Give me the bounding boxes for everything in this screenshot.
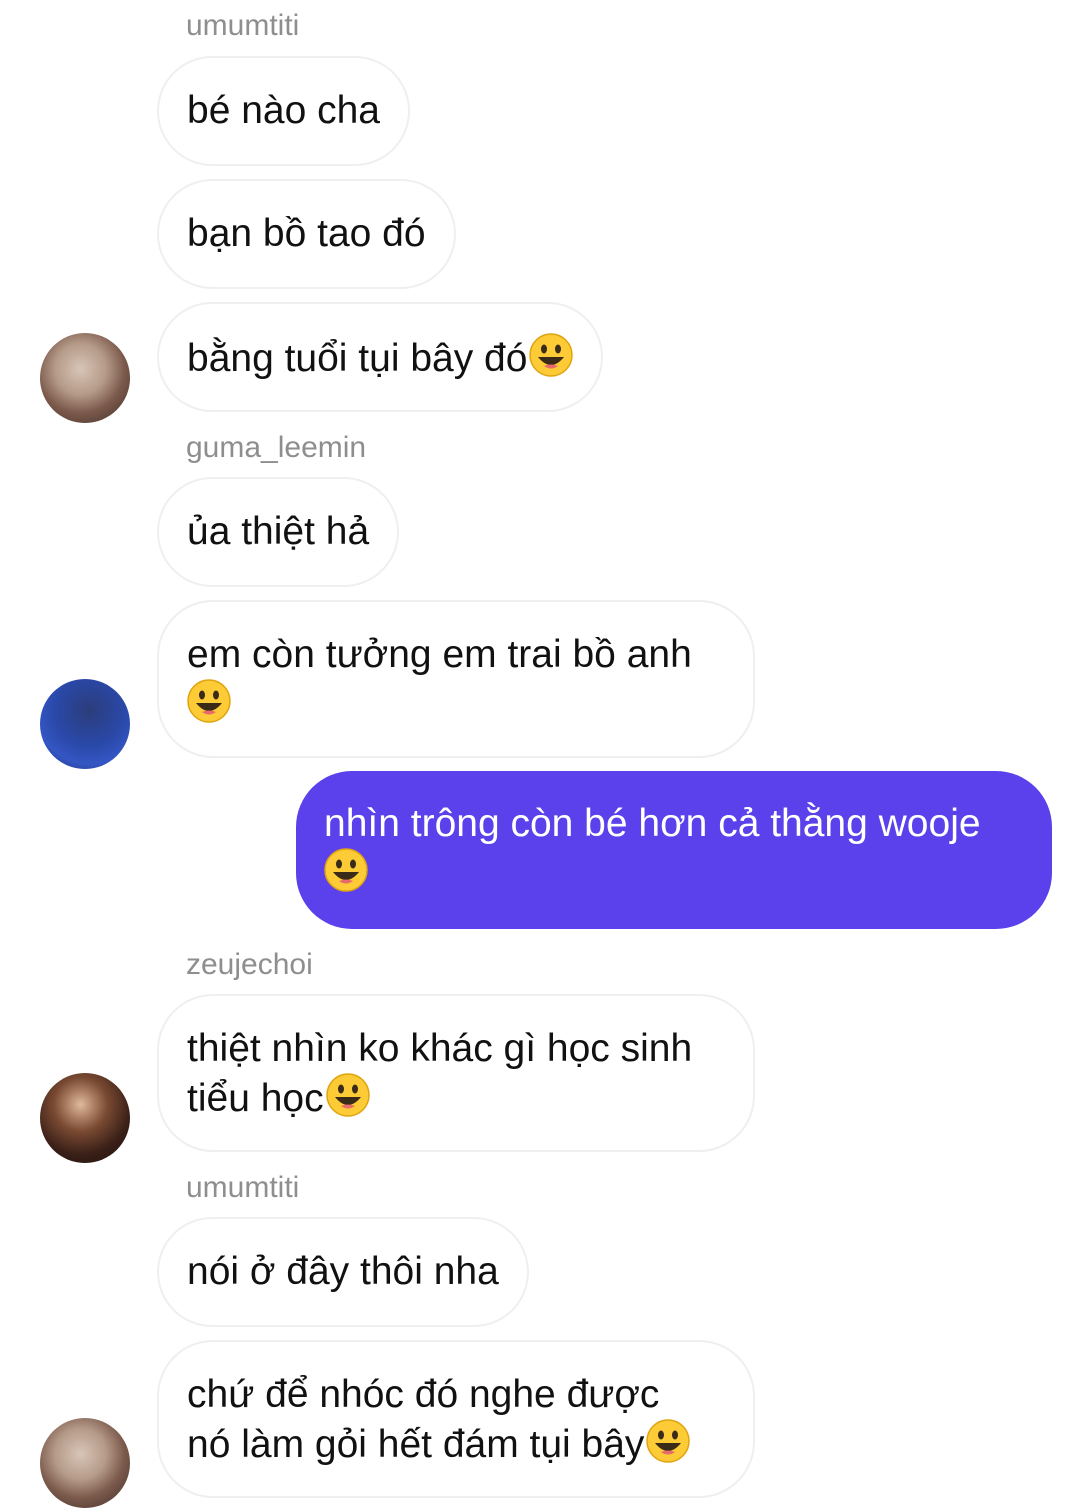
- message-text: thiệt nhìn ko khác gì học sinh: [187, 1027, 693, 1070]
- message-bubble[interactable]: nói ở đây thôi nha: [157, 1217, 529, 1327]
- message-bubble[interactable]: bé nào cha: [157, 56, 411, 166]
- sender-name: guma_leemin: [186, 431, 367, 464]
- avatar[interactable]: [40, 1073, 130, 1163]
- message-bubble-outgoing[interactable]: nhìn trông còn bé hơn cả thằng wooje: [296, 771, 1052, 929]
- chat-thread: umumtiti bé nào cha bạn bồ tao đó bằng t…: [0, 0, 1080, 1512]
- message-bubble[interactable]: chứ để nhóc đó nghe được nó làm gỏi hết …: [157, 1340, 755, 1498]
- grinning-face-emoji: [325, 1073, 370, 1117]
- sender-name: zeujechoi: [186, 948, 313, 981]
- message-bubble[interactable]: thiệt nhìn ko khác gì học sinh tiểu học: [157, 994, 755, 1152]
- message-text: chứ để nhóc đó nghe được: [187, 1373, 660, 1416]
- grinning-face-emoji: [324, 848, 368, 892]
- message-text: em còn tưởng em trai bồ anh: [187, 633, 692, 676]
- sender-name: umumtiti: [186, 9, 300, 42]
- grinning-face-emoji: [187, 679, 231, 723]
- sender-name: umumtiti: [186, 1171, 300, 1204]
- avatar[interactable]: [40, 333, 130, 423]
- message-text: nhìn trông còn bé hơn cả thằng wooje: [324, 802, 981, 845]
- message-text: nó làm gỏi hết đám tụi bây: [187, 1423, 645, 1466]
- grinning-face-emoji: [529, 333, 574, 377]
- message-bubble[interactable]: ủa thiệt hả: [157, 477, 400, 587]
- avatar[interactable]: [40, 679, 130, 769]
- message-text: ủa thiệt hả: [187, 510, 370, 553]
- message-text: bé nào cha: [187, 89, 381, 132]
- message-text: bạn bồ tao đó: [187, 212, 426, 255]
- grinning-face-emoji: [646, 1419, 691, 1463]
- message-text: bằng tuổi tụi bây đó: [187, 337, 528, 380]
- message-bubble[interactable]: em còn tưởng em trai bồ anh: [157, 600, 755, 758]
- avatar[interactable]: [40, 1418, 130, 1508]
- message-text: tiểu học: [187, 1077, 324, 1120]
- message-bubble[interactable]: bạn bồ tao đó: [157, 179, 456, 289]
- message-text: nói ở đây thôi nha: [187, 1250, 499, 1293]
- message-bubble[interactable]: bằng tuổi tụi bây đó: [157, 302, 604, 412]
